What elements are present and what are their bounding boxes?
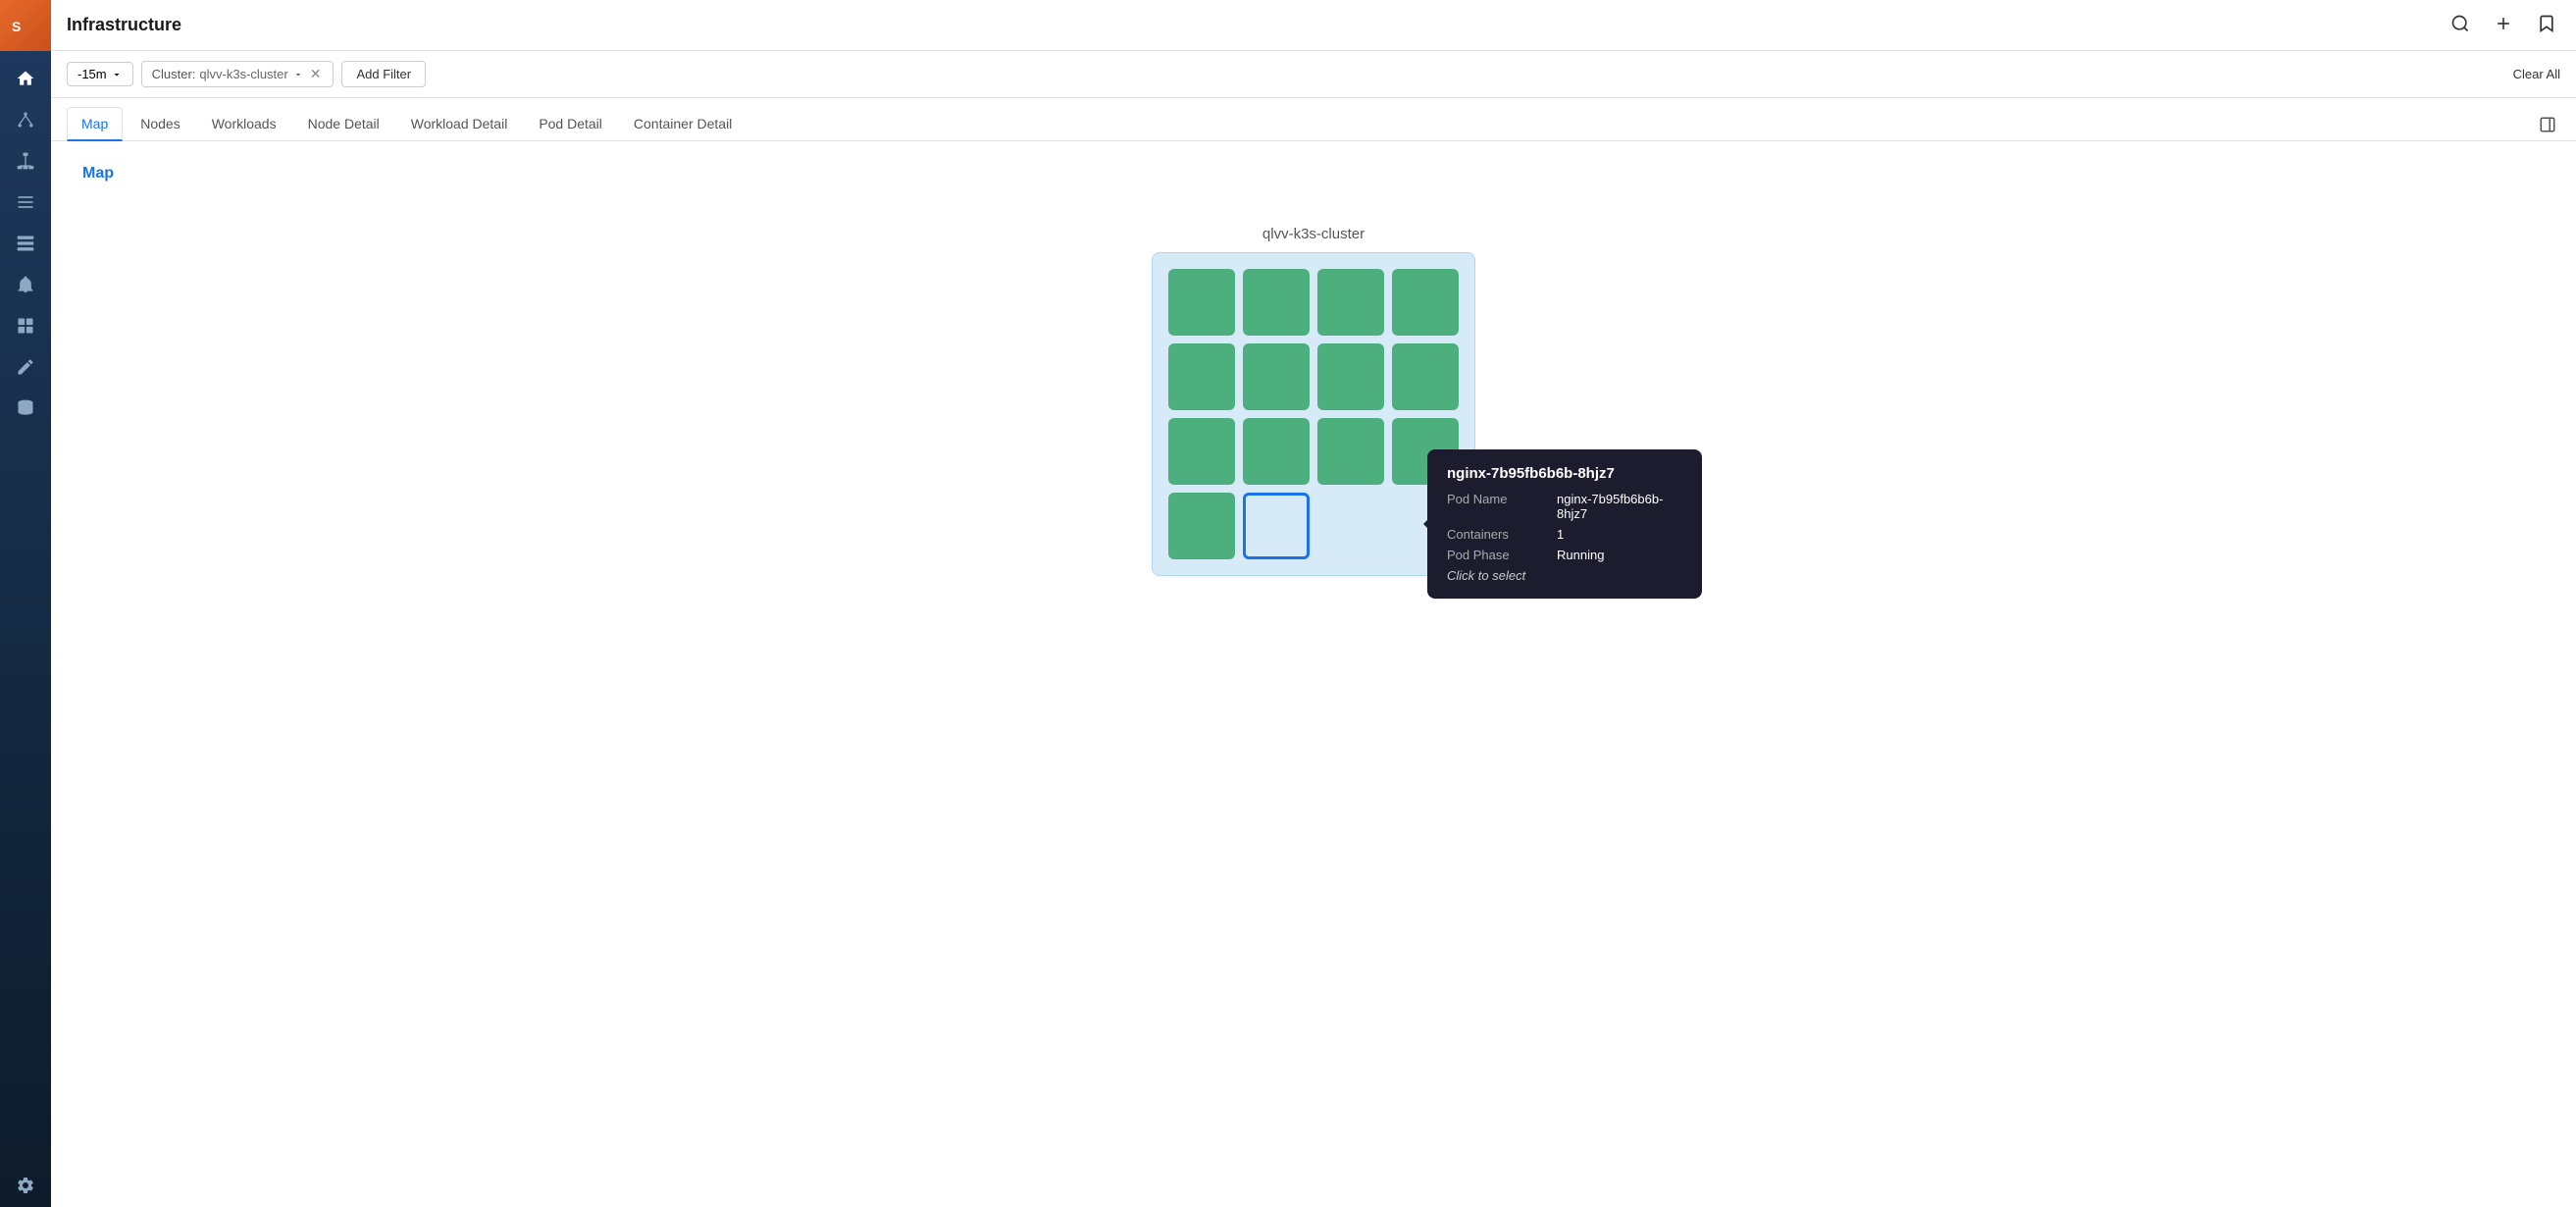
tooltip-action[interactable]: Click to select [1447,568,1682,583]
tab-nodes[interactable]: Nodes [127,108,193,141]
sidebar-item-home[interactable] [6,59,45,98]
panel-toggle-button[interactable] [2535,112,2560,140]
sidebar-item-storage[interactable] [6,224,45,263]
tab-pod-detail[interactable]: Pod Detail [525,108,616,141]
topbar: Infrastructure [51,0,2576,51]
cluster-box: nginx-7b95fb6b6b-8hjz7 Pod Name nginx-7b… [1152,252,1475,576]
tooltip-key-phase: Pod Phase [1447,548,1545,562]
cluster-name: qlvv-k3s-cluster [1262,226,1365,242]
sidebar-item-database[interactable] [6,389,45,428]
sidebar-item-dashboard[interactable] [6,306,45,345]
sidebar-item-edit[interactable] [6,347,45,387]
tooltip-row-podname: Pod Name nginx-7b95fb6b6b-8hjz7 [1447,492,1682,521]
tooltip-val-containers: 1 [1557,527,1564,542]
selected-pod-cell[interactable] [1243,493,1310,559]
tooltip-val-phase: Running [1557,548,1604,562]
sidebar: S [0,0,51,1207]
pod-tooltip: nginx-7b95fb6b6b-8hjz7 Pod Name nginx-7b… [1427,449,1702,599]
sidebar-item-list[interactable] [6,183,45,222]
tab-node-detail[interactable]: Node Detail [294,108,393,141]
pods-grid [1168,269,1459,559]
tooltip-row-phase: Pod Phase Running [1447,548,1682,562]
pod-cell[interactable] [1243,418,1310,485]
add-button[interactable] [2490,10,2517,40]
time-value: -15m [77,67,107,81]
view-title: Map [82,165,2545,183]
cluster-label: Cluster: [152,67,196,81]
pod-cell[interactable] [1392,269,1459,336]
tooltip-row-containers: Containers 1 [1447,527,1682,542]
pod-cell[interactable] [1168,418,1235,485]
pod-cell[interactable] [1243,269,1310,336]
sidebar-item-topology[interactable] [6,100,45,139]
pod-cell[interactable] [1317,269,1384,336]
main-view: Map qlvv-k3s-cluster [51,141,2576,1207]
sidebar-item-settings[interactable] [6,1166,45,1205]
pod-cell[interactable] [1317,418,1384,485]
cluster-filter[interactable]: Cluster: qlvv-k3s-cluster ✕ [141,61,335,87]
app-title: Infrastructure [67,15,2435,35]
map-area: qlvv-k3s-cluster [82,206,2545,596]
pod-cell[interactable] [1168,343,1235,410]
topbar-actions [2447,10,2560,40]
add-filter-button[interactable]: Add Filter [341,61,426,87]
pod-cell[interactable] [1317,343,1384,410]
cluster-container: qlvv-k3s-cluster [1152,226,1475,576]
cluster-value: qlvv-k3s-cluster [199,67,287,81]
svg-text:S: S [12,19,21,34]
main-content: Infrastructure -15m Cluster: qlvv-k3s-cl… [51,0,2576,1207]
tooltip-val-podname: nginx-7b95fb6b6b-8hjz7 [1557,492,1682,521]
bookmark-button[interactable] [2533,10,2560,40]
pod-cell[interactable] [1168,493,1235,559]
pod-cell[interactable] [1243,343,1310,410]
filterbar: -15m Cluster: qlvv-k3s-cluster ✕ Add Fil… [51,51,2576,98]
tooltip-title: nginx-7b95fb6b6b-8hjz7 [1447,465,1682,482]
splunk-logo[interactable]: S [0,0,51,51]
cluster-filter-close[interactable]: ✕ [308,66,324,82]
tooltip-key-podname: Pod Name [1447,492,1545,521]
tooltip-key-containers: Containers [1447,527,1545,542]
tab-workload-detail[interactable]: Workload Detail [397,108,522,141]
sidebar-item-hierarchy[interactable] [6,141,45,181]
pod-cell[interactable] [1392,343,1459,410]
tabbar: Map Nodes Workloads Node Detail Workload… [51,98,2576,141]
clear-all-button[interactable]: Clear All [2513,67,2560,81]
pod-cell[interactable] [1168,269,1235,336]
tab-map[interactable]: Map [67,107,123,141]
pod-cell-empty [1317,493,1384,559]
time-filter[interactable]: -15m [67,62,133,86]
tab-workloads[interactable]: Workloads [198,108,290,141]
search-button[interactable] [2447,10,2474,40]
tab-container-detail[interactable]: Container Detail [620,108,746,141]
sidebar-item-alerts[interactable] [6,265,45,304]
